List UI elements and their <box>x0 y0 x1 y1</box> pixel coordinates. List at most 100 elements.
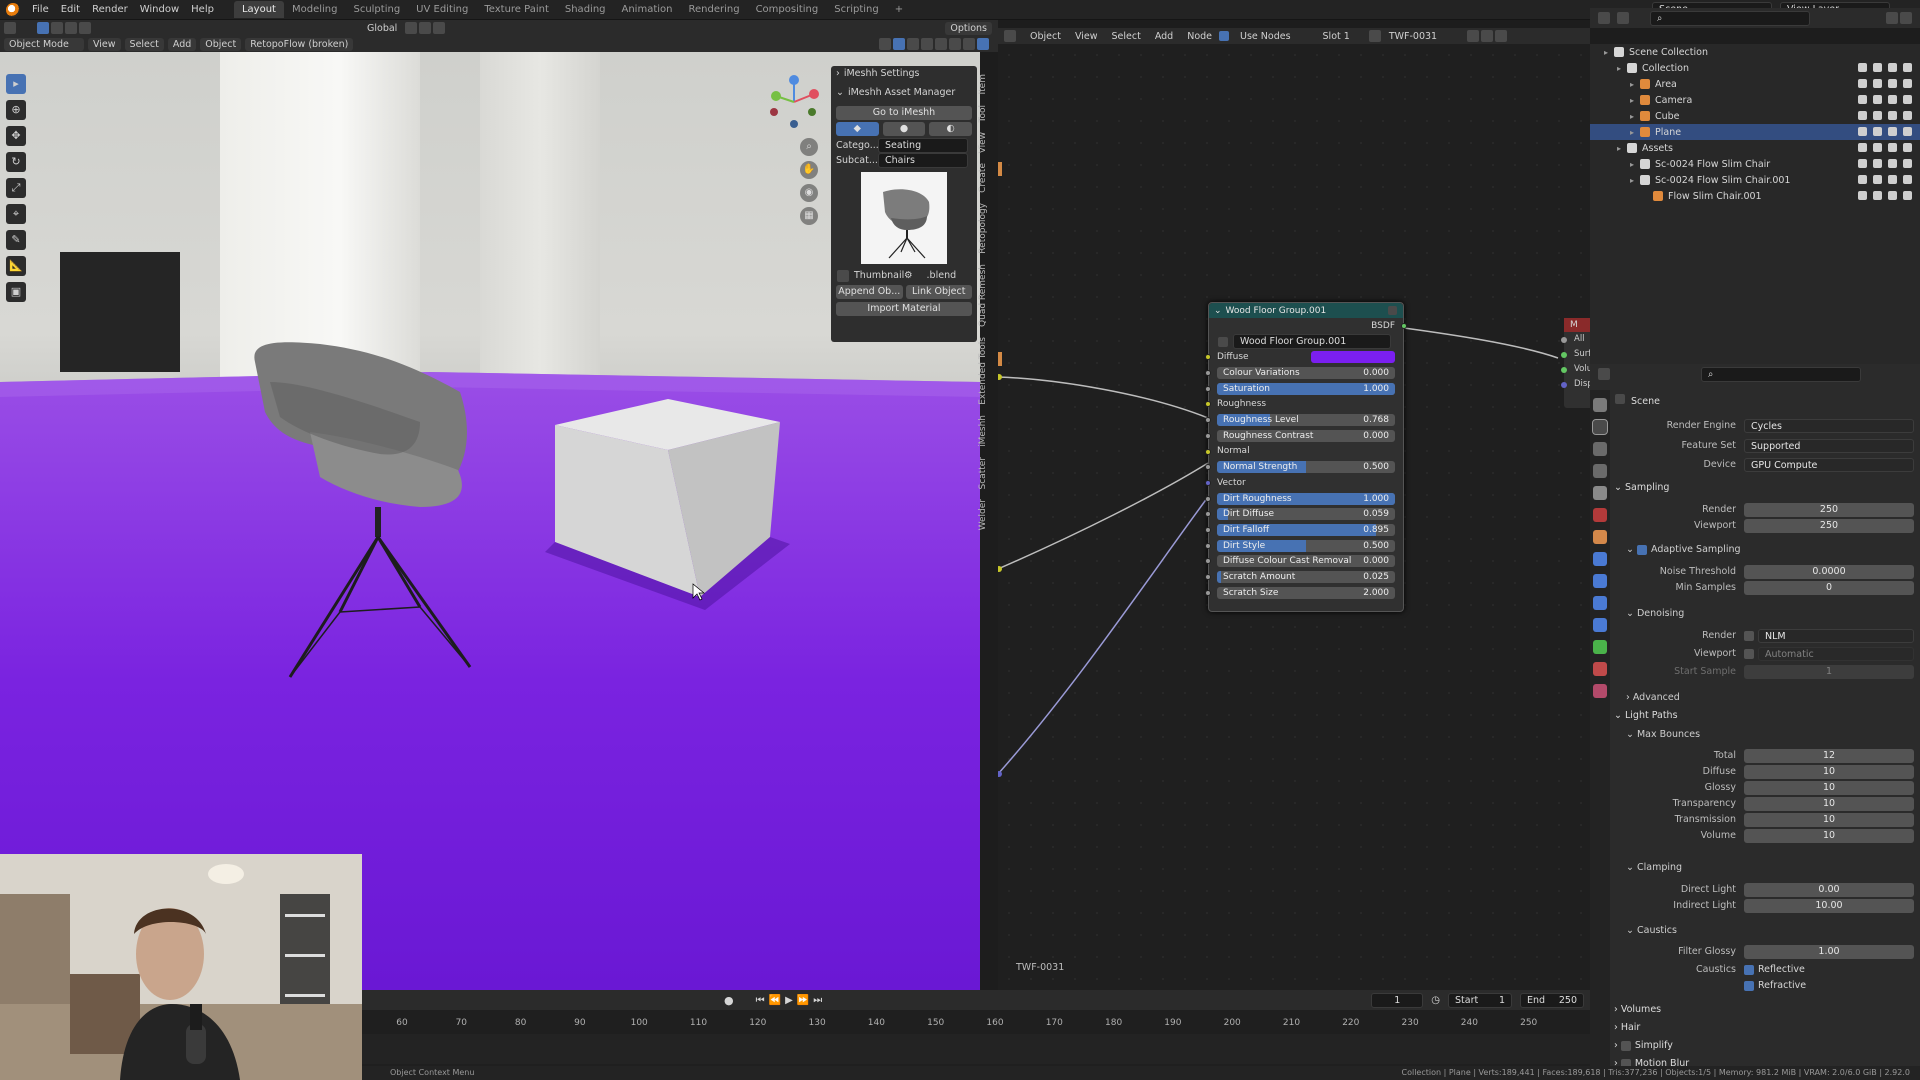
feature-set-dropdown[interactable]: Supported <box>1744 438 1914 453</box>
expand-arrow-icon[interactable]: ▸ <box>1617 64 1627 73</box>
outliner-item-plane[interactable]: ▸ Plane <box>1590 124 1920 140</box>
node-slider[interactable]: Diffuse Colour Cast Removal 0.000 <box>1217 555 1395 568</box>
node-slider[interactable]: Scratch Size 2.000 <box>1217 586 1395 599</box>
node-editor-type-icon[interactable] <box>1004 30 1016 42</box>
proportional-edit-icon[interactable] <box>433 22 446 34</box>
xray-icon[interactable] <box>921 38 933 50</box>
output-socket-surf[interactable]: Surf <box>1561 347 1590 362</box>
volumes-panel-header[interactable]: › Volumes <box>1614 1004 1661 1015</box>
camera-render-icon[interactable] <box>1903 159 1912 168</box>
select-toggle-icon[interactable] <box>1873 143 1882 152</box>
world-tab-icon[interactable] <box>1593 508 1607 522</box>
camera-render-icon[interactable] <box>1903 79 1912 88</box>
node-input-socket[interactable] <box>1205 401 1211 408</box>
node-slider[interactable]: Roughness Contrast 0.000 <box>1217 429 1395 442</box>
viewport-samples-field[interactable]: 250 <box>1744 518 1914 533</box>
node-input-roughness-contrast[interactable]: Roughness Contrast 0.000 <box>1205 428 1403 444</box>
node-menu-node[interactable]: Node <box>1182 30 1217 43</box>
filter-icon[interactable] <box>1886 12 1898 24</box>
unlink-material-icon[interactable] <box>1494 30 1507 42</box>
object-type-dropdown[interactable]: Object <box>1025 30 1066 43</box>
render-tab-icon[interactable] <box>1592 419 1608 435</box>
refractive-checkbox[interactable] <box>1744 980 1754 991</box>
exclude-checkbox-icon[interactable] <box>1858 79 1867 88</box>
node-header[interactable]: ⌄ Wood Floor Group.001 <box>1209 303 1403 318</box>
outliner-item-sc-0024-flow-slim-chair[interactable]: ▸ Sc-0024 Flow Slim Chair <box>1590 156 1920 172</box>
overlay-icon[interactable] <box>907 38 919 50</box>
group-browse-icon[interactable] <box>1218 336 1228 347</box>
output-socket-volu[interactable]: Volu <box>1561 362 1590 377</box>
new-collection-icon[interactable] <box>1900 12 1912 24</box>
node-input-saturation[interactable]: Saturation 1.000 <box>1205 381 1403 397</box>
expand-arrow-icon[interactable]: ▸ <box>1630 176 1640 185</box>
output-socket-dot[interactable] <box>1561 352 1567 358</box>
imeshh-settings-header[interactable]: › iMeshh Settings <box>831 66 977 81</box>
viewport-menu-add[interactable]: Add <box>167 37 197 51</box>
sidebar-tab-retopology[interactable]: Retopology <box>978 203 988 254</box>
denoising-header[interactable]: ⌄ Denoising <box>1626 608 1684 619</box>
outliner-item-flow-slim-chair-001[interactable]: Flow Slim Chair.001 <box>1590 188 1920 204</box>
perspective-grid-icon[interactable]: ▦ <box>800 207 818 225</box>
node-menu-select[interactable]: Select <box>1107 30 1146 43</box>
node-slider[interactable]: Dirt Roughness 1.000 <box>1217 492 1395 505</box>
node-input-socket[interactable] <box>1205 526 1211 533</box>
node-input-socket[interactable] <box>1205 370 1211 377</box>
visibility-icon[interactable] <box>879 38 891 50</box>
select-toggle-icon[interactable] <box>1873 127 1882 136</box>
exclude-checkbox-icon[interactable] <box>1858 159 1867 168</box>
bounce-field[interactable]: 12 <box>1744 748 1914 763</box>
node-menu-view[interactable]: View <box>1070 30 1103 43</box>
eye-icon[interactable] <box>1888 127 1897 136</box>
expand-arrow-icon[interactable]: ▸ <box>1630 112 1640 121</box>
eye-icon[interactable] <box>1888 175 1897 184</box>
denoise-render-checkbox[interactable] <box>1744 630 1754 641</box>
node-input-diffuse-colour-cast-removal[interactable]: Diffuse Colour Cast Removal 0.000 <box>1205 553 1403 569</box>
duplicate-material-icon[interactable] <box>1480 30 1493 42</box>
motion-blur-panel-header[interactable]: › Motion Blur <box>1614 1058 1689 1066</box>
preview-range-icon[interactable]: ◷ <box>1431 995 1440 1006</box>
thumbnail-button[interactable]: Thumbnail <box>854 270 904 281</box>
eye-icon[interactable] <box>1888 143 1897 152</box>
camera-render-icon[interactable] <box>1903 95 1912 104</box>
motion-blur-checkbox[interactable] <box>1620 1058 1631 1066</box>
outliner-item-assets[interactable]: ▸ Assets <box>1590 140 1920 156</box>
camera-render-icon[interactable] <box>1903 175 1912 184</box>
eye-icon[interactable] <box>1888 63 1897 72</box>
imeshh-models-icon[interactable]: ◆ <box>836 122 879 136</box>
select-toggle-icon[interactable] <box>1873 95 1882 104</box>
start-sample-field[interactable]: 1 <box>1744 664 1914 679</box>
scale-tool-icon[interactable]: ⤢ <box>6 178 26 198</box>
filter-glossy-field[interactable]: 1.00 <box>1744 944 1914 959</box>
display-mode-icon[interactable] <box>1617 12 1629 24</box>
sidebar-tab-extended-tools[interactable]: Extended Tools <box>978 337 988 405</box>
eye-icon[interactable] <box>1888 111 1897 120</box>
expand-arrow-icon[interactable]: ▸ <box>1630 160 1640 169</box>
menu-help[interactable]: Help <box>185 4 220 15</box>
outliner-item-scene-collection[interactable]: ▸ Scene Collection <box>1590 44 1920 60</box>
node-input-socket[interactable] <box>1205 385 1211 392</box>
camera-view-icon[interactable]: ◉ <box>800 184 818 202</box>
node-input-socket[interactable] <box>1205 511 1211 518</box>
node-slider[interactable]: Normal Strength 0.500 <box>1217 461 1395 474</box>
node-input-socket[interactable] <box>1205 464 1211 471</box>
sidebar-tab-welder[interactable]: Welder <box>978 499 988 530</box>
node-input-socket[interactable] <box>1205 574 1211 580</box>
render-samples-field[interactable]: 250 <box>1744 502 1914 517</box>
outliner-item-camera[interactable]: ▸ Camera <box>1590 92 1920 108</box>
gizmo-toggle-icon[interactable] <box>893 38 905 50</box>
caustics-header[interactable]: ⌄ Caustics <box>1626 925 1677 936</box>
rendered-shading-icon[interactable] <box>977 38 989 50</box>
node-input-dirt-roughness[interactable]: Dirt Roughness 1.000 <box>1205 491 1403 507</box>
eye-icon[interactable] <box>1888 191 1897 200</box>
editor-type-icon[interactable] <box>4 22 16 34</box>
current-frame-field[interactable]: 1 <box>1371 992 1424 1008</box>
measure-tool-icon[interactable]: 📐 <box>6 256 26 276</box>
adaptive-sampling-header[interactable]: ⌄ Adaptive Sampling <box>1626 544 1741 555</box>
adaptive-sampling-checkbox[interactable] <box>1636 544 1647 555</box>
sampling-panel-header[interactable]: ⌄ Sampling <box>1614 482 1669 493</box>
output-socket-dot[interactable] <box>1561 367 1567 373</box>
simplify-panel-header[interactable]: › Simplify <box>1614 1040 1673 1051</box>
menu-render[interactable]: Render <box>86 4 134 15</box>
data-tab-icon[interactable] <box>1593 640 1607 654</box>
sidebar-tab-imeshh[interactable]: iMeshh <box>978 415 988 447</box>
